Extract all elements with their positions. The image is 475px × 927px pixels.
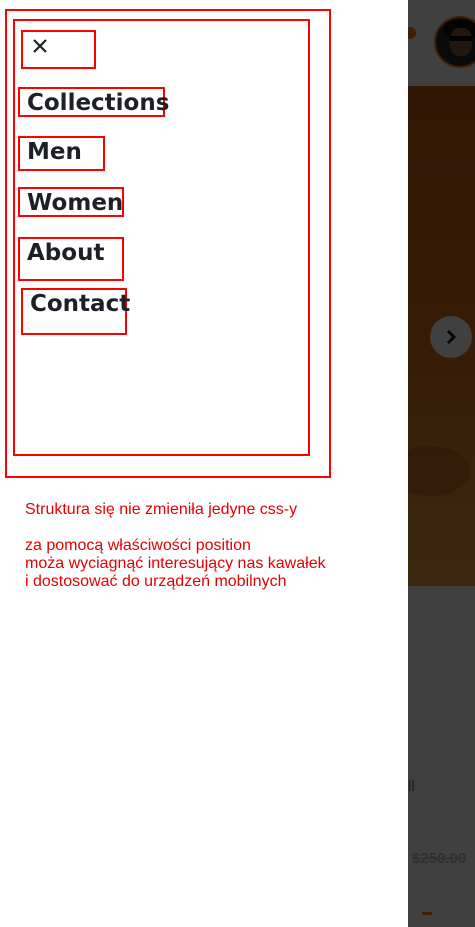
- nav-link-men[interactable]: Men: [18, 136, 105, 171]
- minus-icon[interactable]: [422, 912, 432, 915]
- chevron-right-icon: [446, 330, 457, 344]
- old-price: $250.00: [412, 850, 467, 867]
- avatar-face: [450, 28, 472, 56]
- nav-link-contact[interactable]: Contact: [21, 288, 130, 335]
- nav-link-women[interactable]: Women: [18, 187, 124, 217]
- annotation-line-1: Struktura się nie zmieniła jedyne css-y: [25, 501, 298, 518]
- close-icon: [33, 39, 47, 53]
- annotation-line-4: i dostosować do urządzeń mobilnych: [25, 573, 287, 590]
- avatar-glasses: [450, 36, 472, 41]
- nav-link-about[interactable]: About: [18, 237, 124, 281]
- close-menu-button[interactable]: [21, 30, 96, 69]
- annotation-line-2: za pomocą właściwości position: [25, 537, 251, 554]
- annotation-line-3: moża wyciagnąć interesujący nas kawałek: [25, 555, 326, 572]
- nav-link-collections[interactable]: Collections: [18, 87, 169, 117]
- avatar[interactable]: [434, 16, 475, 68]
- page: ll $250.00 Collections Men Women About C…: [0, 0, 475, 927]
- next-image-button[interactable]: [430, 316, 472, 358]
- product-text-fragment: ll: [408, 778, 415, 795]
- mobile-menu-drawer: Collections Men Women About Contact Stru…: [0, 0, 408, 927]
